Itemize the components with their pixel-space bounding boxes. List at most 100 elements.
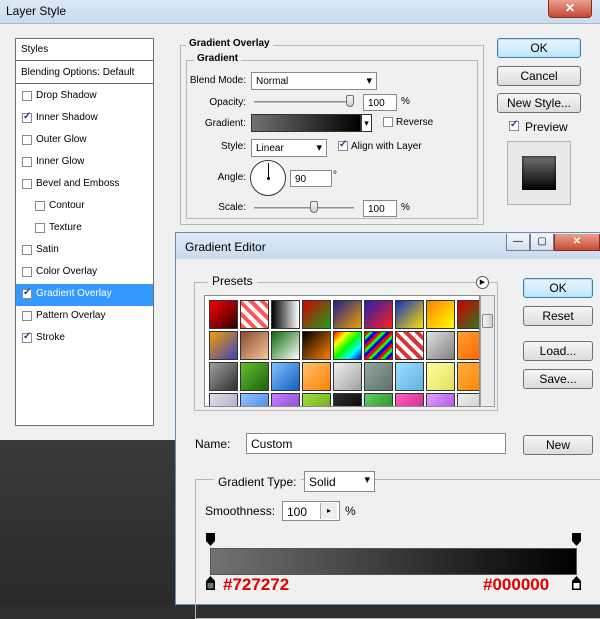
preset-swatch[interactable] <box>240 331 269 360</box>
preset-swatch[interactable] <box>302 362 331 391</box>
style-checkbox[interactable] <box>35 223 45 233</box>
preset-swatch[interactable] <box>364 393 393 406</box>
ok-button[interactable]: OK <box>497 38 581 58</box>
close-button[interactable]: ✕ <box>548 0 592 18</box>
new-style-button[interactable]: New Style... <box>497 93 581 113</box>
style-checkbox[interactable] <box>22 135 32 145</box>
style-item-contour[interactable]: Contour <box>16 196 153 218</box>
style-item-pattern-overlay[interactable]: Pattern Overlay <box>16 306 153 328</box>
maximize-button[interactable]: ▢ <box>530 234 554 251</box>
name-input[interactable]: Custom <box>246 433 506 454</box>
preset-swatch[interactable] <box>457 362 479 391</box>
gradient-picker[interactable] <box>251 114 361 132</box>
blend-mode-select[interactable]: Normal <box>251 72 377 90</box>
layer-style-titlebar[interactable]: Layer Style <box>0 0 600 24</box>
preset-swatch[interactable] <box>271 331 300 360</box>
preset-swatch[interactable] <box>271 362 300 391</box>
opacity-stop-left[interactable] <box>206 533 215 547</box>
scale-input[interactable]: 100 <box>363 200 397 217</box>
style-item-inner-shadow[interactable]: Inner Shadow <box>16 108 153 130</box>
style-item-satin[interactable]: Satin <box>16 240 153 262</box>
scrollbar-thumb[interactable] <box>482 314 493 328</box>
preset-swatch[interactable] <box>209 362 238 391</box>
style-checkbox[interactable] <box>22 311 32 321</box>
opacity-stop-right[interactable] <box>572 533 581 547</box>
style-item-inner-glow[interactable]: Inner Glow <box>16 152 153 174</box>
styles-header[interactable]: Styles <box>16 39 153 61</box>
preset-swatch[interactable] <box>426 362 455 391</box>
preset-swatch[interactable] <box>426 300 455 329</box>
angle-dial[interactable] <box>250 160 286 196</box>
style-checkbox[interactable] <box>22 91 32 101</box>
style-checkbox[interactable] <box>22 287 32 299</box>
preset-swatch[interactable] <box>333 331 362 360</box>
close-button[interactable]: ✕ <box>554 234 600 251</box>
preset-swatch[interactable] <box>240 393 269 406</box>
preset-swatch[interactable] <box>395 362 424 391</box>
opacity-slider-track[interactable] <box>254 101 354 103</box>
style-checkbox[interactable] <box>22 245 32 255</box>
preset-swatch[interactable] <box>333 300 362 329</box>
preset-swatch[interactable] <box>457 331 479 360</box>
style-item-texture[interactable]: Texture <box>16 218 153 240</box>
style-item-stroke[interactable]: Stroke <box>16 328 153 350</box>
preset-swatch[interactable] <box>271 300 300 329</box>
color-stop-right[interactable] <box>572 576 581 590</box>
preset-swatch[interactable] <box>426 331 455 360</box>
blending-options-item[interactable]: Blending Options: Default <box>16 62 153 84</box>
preset-swatch[interactable] <box>457 393 479 406</box>
style-checkbox[interactable] <box>22 157 32 167</box>
preset-swatch[interactable] <box>426 393 455 406</box>
preset-swatch[interactable] <box>333 393 362 406</box>
preset-swatch[interactable] <box>209 393 238 406</box>
preset-swatch[interactable] <box>209 331 238 360</box>
gradient-type-select[interactable]: Solid <box>304 471 375 492</box>
smoothness-stepper[interactable]: ▸ <box>320 503 337 519</box>
preset-swatch[interactable] <box>209 300 238 329</box>
preset-swatch[interactable] <box>364 331 393 360</box>
color-stop-left[interactable] <box>206 576 215 590</box>
preset-swatch[interactable] <box>333 362 362 391</box>
preset-swatch[interactable] <box>395 393 424 406</box>
style-checkbox[interactable] <box>22 111 32 123</box>
style-checkbox[interactable] <box>22 267 32 277</box>
preset-swatch[interactable] <box>240 362 269 391</box>
gradient-dropdown[interactable]: ▾ <box>361 114 372 132</box>
reverse-checkbox[interactable] <box>383 117 393 127</box>
preset-swatch[interactable] <box>271 393 300 406</box>
presets-scrollbar[interactable] <box>480 295 495 407</box>
angle-input[interactable]: 90 <box>290 170 332 187</box>
preset-swatch[interactable] <box>240 300 269 329</box>
reset-button[interactable]: Reset <box>523 306 593 326</box>
preset-swatch[interactable] <box>395 300 424 329</box>
ok-button[interactable]: OK <box>523 278 593 298</box>
load-button[interactable]: Load... <box>523 341 593 361</box>
preset-swatch[interactable] <box>302 393 331 406</box>
scale-slider-thumb[interactable] <box>310 201 318 213</box>
style-checkbox[interactable] <box>35 201 45 211</box>
preview-checkbox[interactable] <box>509 119 519 131</box>
style-item-color-overlay[interactable]: Color Overlay <box>16 262 153 284</box>
style-item-outer-glow[interactable]: Outer Glow <box>16 130 153 152</box>
opacity-input[interactable]: 100 <box>363 94 397 111</box>
minimize-button[interactable]: — <box>506 234 530 251</box>
preset-swatch[interactable] <box>395 331 424 360</box>
scale-slider-track[interactable] <box>254 207 354 209</box>
preset-swatch[interactable] <box>302 300 331 329</box>
preset-swatch[interactable] <box>302 331 331 360</box>
opacity-slider-thumb[interactable] <box>346 95 354 107</box>
style-checkbox[interactable] <box>22 179 32 189</box>
style-item-gradient-overlay[interactable]: Gradient Overlay <box>16 284 153 306</box>
gradient-preview-bar[interactable] <box>210 548 577 575</box>
save-button[interactable]: Save... <box>523 369 593 389</box>
preset-swatch[interactable] <box>364 362 393 391</box>
style-checkbox[interactable] <box>22 331 32 343</box>
cancel-button[interactable]: Cancel <box>497 66 581 86</box>
style-select[interactable]: Linear <box>251 139 327 157</box>
presets-menu-button[interactable]: ▶ <box>476 276 489 289</box>
style-item-bevel-and-emboss[interactable]: Bevel and Emboss <box>16 174 153 196</box>
style-item-drop-shadow[interactable]: Drop Shadow <box>16 86 153 108</box>
new-button[interactable]: New <box>523 435 593 455</box>
preset-swatch[interactable] <box>364 300 393 329</box>
align-checkbox[interactable] <box>338 139 348 151</box>
